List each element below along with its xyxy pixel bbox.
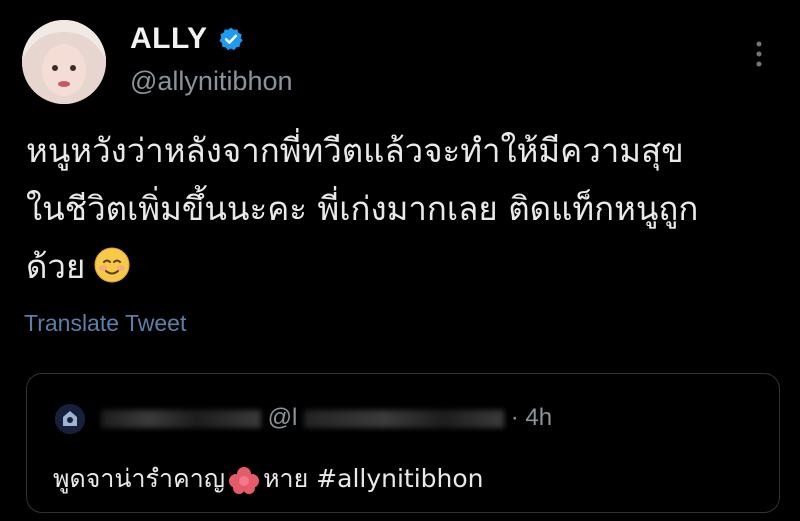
translate-tweet-link[interactable]: Translate Tweet	[24, 310, 186, 337]
profile-avatar[interactable]	[22, 20, 106, 104]
quoted-text-end: หาย #allynitibhon	[263, 464, 484, 493]
quoted-author-avatar[interactable]	[55, 404, 85, 434]
quoted-tweet-text: พูดจาน่ารำคาญ หาย #allynitibhon	[53, 459, 484, 499]
author-name-row: ALLY	[130, 22, 244, 56]
quoted-tweet-header: @l · 4h	[101, 404, 552, 432]
quoted-text-start: พูดจาน่ารำคาญ	[53, 464, 226, 493]
smiling-face-emoji-icon	[93, 244, 131, 283]
quoted-tweet-card[interactable]: @l · 4h พูดจาน่ารำคาญ หาย #allynitibhon	[26, 373, 780, 513]
redacted-handle	[304, 409, 505, 428]
display-name[interactable]: ALLY	[130, 22, 208, 56]
quoted-handle-fragment[interactable]: @l	[268, 404, 298, 431]
tweet-text: หนูหวังว่าหลังจากพี่ทวีตแล้วจะทำให้มีควา…	[26, 122, 786, 296]
more-vertical-icon[interactable]	[752, 38, 766, 74]
author-handle[interactable]: @allynitibhon	[130, 66, 293, 97]
quoted-time: · 4h	[510, 404, 553, 431]
redaction-flower-icon	[227, 466, 261, 494]
verified-badge-icon	[218, 26, 244, 52]
redacted-name	[101, 409, 261, 428]
